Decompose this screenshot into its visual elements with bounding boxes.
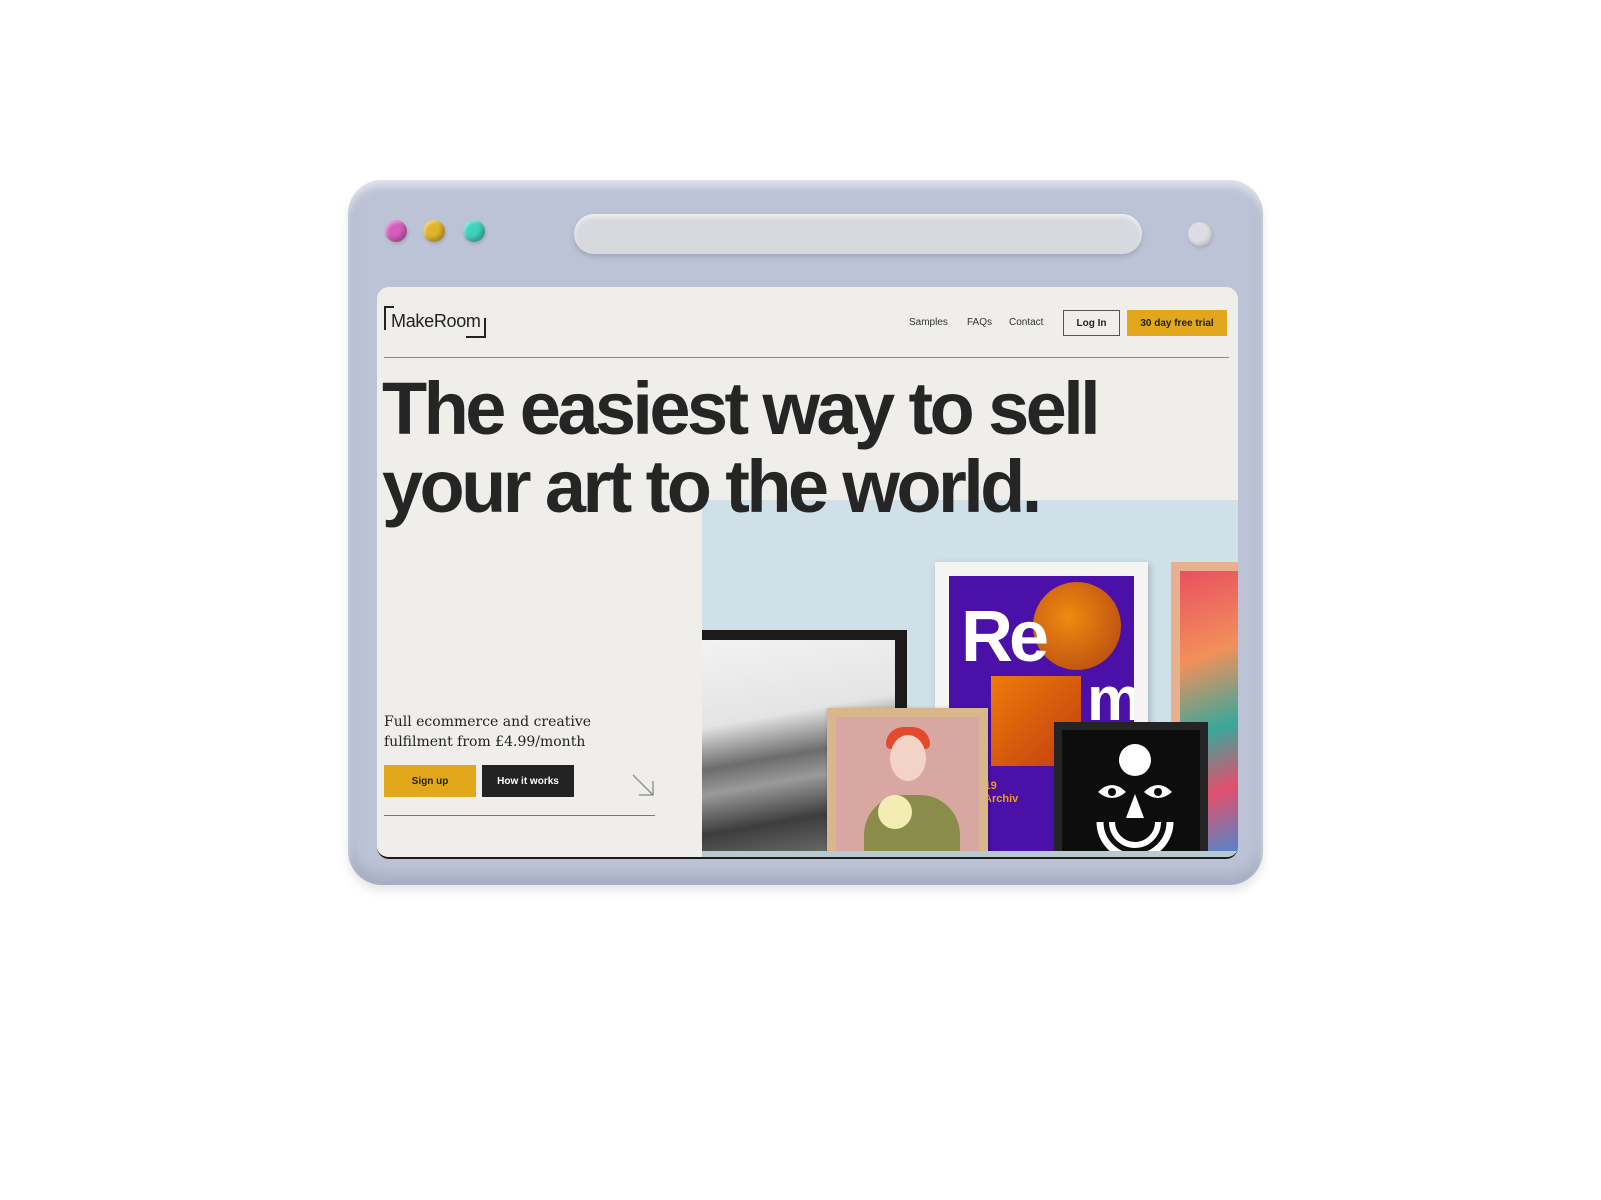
minimize-button[interactable] — [423, 220, 445, 242]
face-symbol-icon — [1096, 744, 1174, 857]
framed-face-print — [1054, 722, 1208, 857]
close-button[interactable] — [385, 220, 407, 242]
login-button[interactable]: Log In — [1063, 310, 1120, 336]
nav-samples[interactable]: Samples — [909, 317, 948, 328]
webpage: MakeRoom Samples FAQs Contact Log In 30 … — [377, 287, 1238, 859]
maximize-button[interactable] — [463, 220, 485, 242]
hero-artwork: Re m 19—2019 uhaus Archiv rlin — [702, 500, 1238, 857]
framed-portrait-illustration — [827, 708, 988, 857]
arrow-down-right-icon[interactable] — [630, 772, 656, 798]
hero-subtitle: Full ecommerce and creative fulfilment f… — [384, 714, 592, 750]
logo-corner-bottom-right — [466, 318, 486, 338]
hero-divider — [384, 815, 655, 816]
menu-icon[interactable] — [1188, 222, 1212, 246]
signup-button[interactable]: Sign up — [384, 765, 476, 797]
address-bar[interactable] — [574, 214, 1142, 254]
hero-headline: The easiest way to sell your art to the … — [382, 367, 1101, 528]
header-divider — [384, 357, 1229, 358]
nav-faqs[interactable]: FAQs — [967, 317, 992, 328]
site-logo[interactable]: MakeRoom — [384, 306, 486, 338]
free-trial-button[interactable]: 30 day free trial — [1127, 310, 1227, 336]
browser-window: MakeRoom Samples FAQs Contact Log In 30 … — [348, 180, 1263, 885]
poster-title: Re — [961, 597, 1049, 677]
how-it-works-button[interactable]: How it works — [482, 765, 574, 797]
nav-contact[interactable]: Contact — [1009, 317, 1043, 328]
